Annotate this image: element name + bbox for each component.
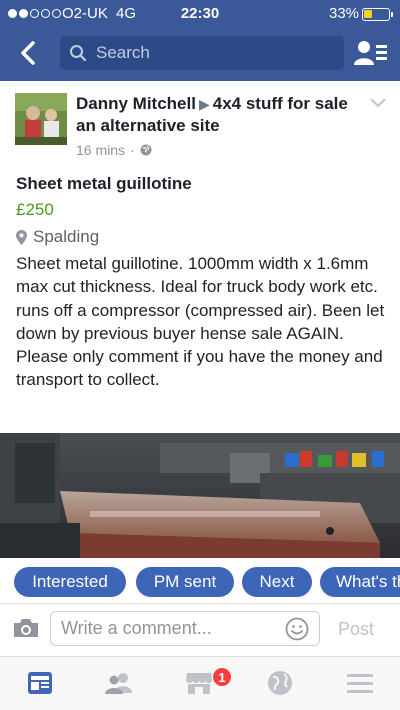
friends-icon [105, 673, 132, 694]
battery-percent: 33% [329, 5, 360, 22]
tab-marketplace[interactable] [181, 667, 217, 699]
tab-bar [0, 656, 400, 710]
camera-icon [14, 619, 38, 637]
post-comment-button[interactable]: Post [338, 619, 374, 640]
menu-icon [347, 674, 373, 693]
globe-icon [268, 671, 292, 695]
location-pin-icon [16, 229, 27, 245]
search-input[interactable]: Search [60, 36, 344, 70]
listing-photo[interactable] [0, 433, 400, 558]
tab-more[interactable] [342, 667, 378, 699]
reply-chip-pm-sent[interactable]: PM sent [136, 567, 234, 597]
author-name[interactable]: Danny Mitchell [76, 94, 196, 113]
post-options-button[interactable] [369, 96, 387, 114]
location-name: Spalding [33, 227, 100, 246]
marketplace-badge: 1 [212, 667, 232, 687]
back-chevron-icon [21, 41, 35, 65]
shared-to-arrow-icon: ▶ [198, 96, 210, 112]
battery-icon [362, 8, 390, 21]
suggested-replies: Interested PM sent Next What's the lowes… [0, 561, 400, 603]
battery-tip [391, 12, 393, 17]
status-bar: O2-UK 4G 22:30 33% [0, 0, 400, 28]
globe-icon [140, 144, 152, 156]
listing-title: Sheet metal guillotine [16, 174, 192, 193]
friend-requests-button[interactable] [354, 38, 388, 68]
emoji-button[interactable] [285, 617, 309, 641]
comment-input[interactable] [50, 611, 320, 646]
battery-level-fill [364, 10, 372, 18]
meta-separator: · [130, 142, 135, 158]
top-bar: O2-UK 4G 22:30 33% Search [0, 0, 400, 81]
chevron-down-icon [370, 98, 386, 108]
reply-chip-interested[interactable]: Interested [14, 567, 126, 597]
reply-chip-lowest-price[interactable]: What's the lowest price? [320, 567, 400, 597]
listing-price: £250 [16, 200, 54, 219]
reply-chip-next[interactable]: Next [242, 567, 312, 597]
tab-news-feed[interactable] [22, 667, 58, 699]
search-placeholder: Search [96, 43, 150, 62]
listing-location: Spalding [16, 227, 99, 247]
back-button[interactable] [12, 36, 44, 70]
camera-button[interactable] [12, 617, 40, 639]
tab-notifications[interactable] [262, 667, 298, 699]
divider [0, 603, 400, 604]
author-avatar[interactable] [15, 93, 67, 145]
news-feed-icon [28, 672, 52, 694]
post-meta: 16 mins · [76, 142, 152, 158]
tab-friends[interactable] [101, 667, 137, 699]
marketplace-icon [186, 673, 212, 694]
search-icon [70, 45, 87, 62]
post-timestamp[interactable]: 16 mins [76, 142, 125, 158]
smiley-icon [285, 617, 309, 641]
post-header: Danny Mitchell ▶ 4x4 stuff for sale an alt… [76, 93, 366, 137]
friend-list-icon [354, 41, 387, 65]
listing-description: Sheet metal guillotine. 1000mm width x 1… [16, 254, 385, 390]
